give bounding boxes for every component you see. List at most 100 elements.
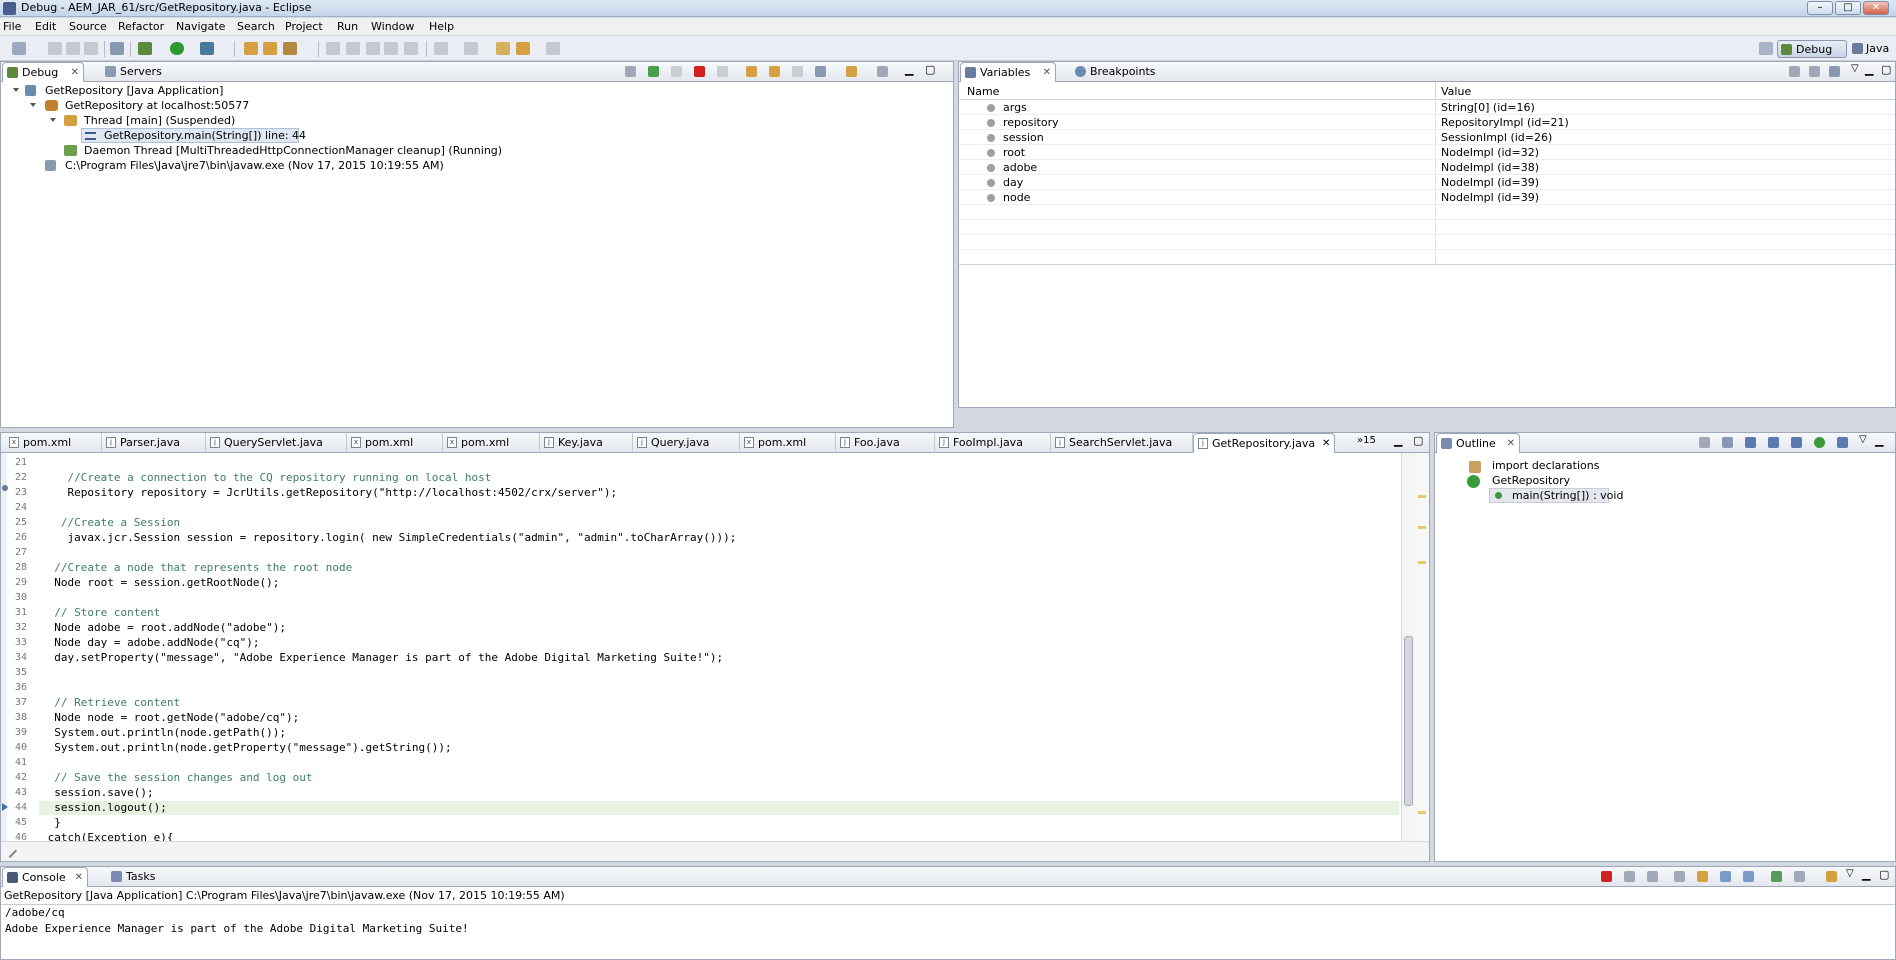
menu-file[interactable]: File (3, 20, 21, 33)
tab-outline[interactable]: Outline ✕ (1436, 433, 1520, 453)
minimize-button[interactable]: – (1807, 1, 1833, 15)
next-annotation-icon[interactable] (434, 42, 448, 55)
code-editor[interactable]: 21 22 //Create a connection to the CQ re… (1, 457, 1399, 841)
open-console-icon[interactable] (1826, 871, 1837, 882)
hide-static-icon[interactable] (1791, 437, 1802, 448)
save-all-icon[interactable] (66, 42, 80, 55)
minimize-view-icon[interactable]: ▁ (905, 63, 913, 76)
outline-item-method[interactable]: main(String[]) : void (1512, 488, 1623, 503)
external-tools-icon[interactable] (200, 42, 214, 55)
menu-refactor[interactable]: Refactor (118, 20, 164, 33)
show-type-names-icon[interactable] (1789, 66, 1800, 77)
editor-tab[interactable]: j SearchServlet.java (1051, 433, 1193, 453)
link-with-editor-icon[interactable] (1699, 437, 1710, 448)
close-button[interactable]: ✕ (1863, 1, 1889, 15)
tree-item-app[interactable]: GetRepository [Java Application] (45, 83, 223, 98)
close-icon[interactable]: ✕ (1322, 434, 1330, 453)
tree-item-thread-main[interactable]: Thread [main] (Suspended) (84, 113, 235, 128)
debug-perspective-button[interactable]: Debug (1777, 40, 1847, 58)
minimize-view-icon[interactable]: ▁ (1394, 434, 1402, 447)
last-edit-location-icon[interactable] (496, 42, 510, 55)
new-java-project-icon[interactable] (244, 42, 258, 55)
menu-window[interactable]: Window (371, 20, 414, 33)
new-icon[interactable] (12, 42, 26, 55)
editor-tab[interactable]: j QueryServlet.java (206, 433, 347, 453)
scrollbar-thumb[interactable] (1404, 636, 1413, 806)
table-row[interactable]: root NodeImpl (id=32) (959, 145, 1895, 160)
terminate-icon[interactable] (694, 66, 705, 77)
menu-source[interactable]: Source (69, 20, 107, 33)
debug-icon[interactable] (138, 42, 152, 55)
maximize-view-icon[interactable]: ▢ (1881, 63, 1891, 76)
tab-overflow[interactable]: »15 (1357, 435, 1376, 446)
annotation-prev-icon[interactable] (346, 42, 360, 55)
annotation-next-icon[interactable] (326, 42, 340, 55)
expand-icon[interactable] (30, 103, 36, 107)
tree-item-stack-frame[interactable]: GetRepository.main(String[]) line: 44 (104, 128, 306, 143)
display-selected-console-icon[interactable] (1794, 871, 1805, 882)
use-step-filters-icon[interactable] (846, 66, 857, 77)
tree-item-target[interactable]: GetRepository at localhost:50577 (65, 98, 249, 113)
block-selection-icon[interactable] (404, 42, 418, 55)
expand-icon[interactable] (50, 118, 56, 122)
scroll-lock-icon[interactable] (1697, 871, 1708, 882)
show-on-stderr-icon[interactable] (1743, 871, 1754, 882)
show-logical-structure-icon[interactable] (1809, 66, 1820, 77)
view-menu-icon[interactable]: ▽ (1859, 434, 1867, 445)
view-menu-icon[interactable]: ▽ (1846, 868, 1854, 879)
table-row[interactable]: session SessionImpl (id=26) (959, 130, 1895, 145)
minimize-view-icon[interactable]: ▁ (1875, 434, 1883, 447)
java-perspective-button[interactable]: Java (1851, 41, 1896, 57)
menu-project[interactable]: Project (285, 20, 323, 33)
menu-help[interactable]: Help (429, 20, 454, 33)
outline-item-imports[interactable]: import declarations (1492, 458, 1599, 473)
print-icon[interactable] (84, 42, 98, 55)
hide-local-types-icon[interactable] (1837, 437, 1848, 448)
clear-console-icon[interactable] (1674, 871, 1685, 882)
vertical-scrollbar[interactable] (1401, 453, 1415, 841)
table-row[interactable]: repository RepositoryImpl (id=21) (959, 115, 1895, 130)
editor-tab[interactable]: j Key.java (540, 433, 633, 453)
step-into-icon[interactable] (746, 66, 757, 77)
terminate-icon[interactable] (1601, 871, 1612, 882)
view-menu-icon[interactable]: ▽ (1851, 63, 1859, 74)
search-icon[interactable] (283, 42, 297, 55)
hide-fields-icon[interactable] (1768, 437, 1779, 448)
editor-tab[interactable]: x pom.xml (740, 433, 836, 453)
drop-to-frame-icon[interactable] (815, 66, 826, 77)
tab-debug[interactable]: Debug ✕ (2, 62, 84, 82)
hide-non-public-icon[interactable] (1814, 437, 1825, 448)
tab-console[interactable]: Console ✕ (2, 867, 88, 887)
pin-console-icon[interactable] (1771, 871, 1782, 882)
show-whitespace-icon[interactable] (384, 42, 398, 55)
tree-item-daemon-thread[interactable]: Daemon Thread [MultiThreadedHttpConnecti… (84, 143, 502, 158)
editor-tab[interactable]: x pom.xml (443, 433, 540, 453)
close-icon[interactable]: ✕ (71, 63, 79, 82)
table-row[interactable]: node NodeImpl (id=39) (959, 190, 1895, 205)
skip-breakpoints-icon[interactable] (110, 42, 124, 55)
close-icon[interactable]: ✕ (1507, 434, 1515, 453)
editor-tab-active[interactable]: j GetRepository.java ✕ (1193, 433, 1335, 453)
horizontal-scrollbar[interactable] (1, 841, 1429, 861)
editor-tab[interactable]: x pom.xml (347, 433, 443, 453)
outline-item-class[interactable]: GetRepository (1492, 473, 1570, 488)
remove-terminated-icon[interactable] (625, 66, 636, 77)
tree-item-process[interactable]: C:\Program Files\Java\jre7\bin\javaw.exe… (65, 158, 444, 173)
collapse-all-icon[interactable] (1829, 66, 1840, 77)
open-type-icon[interactable] (263, 42, 277, 55)
back-icon[interactable] (516, 42, 530, 55)
suspend-icon[interactable] (671, 66, 682, 77)
editor-tab[interactable]: j Query.java (633, 433, 740, 453)
editor-tab[interactable]: j FooImpl.java (935, 433, 1051, 453)
tab-variables[interactable]: Variables ✕ (960, 62, 1056, 82)
disconnect-icon[interactable] (717, 66, 728, 77)
forward-icon[interactable] (546, 42, 560, 55)
tab-servers[interactable]: Servers (101, 62, 171, 82)
table-row[interactable]: args String[0] (id=16) (959, 100, 1895, 115)
menu-run[interactable]: Run (337, 20, 358, 33)
tab-tasks[interactable]: Tasks (107, 867, 167, 887)
minimize-view-icon[interactable]: ▁ (1865, 63, 1873, 76)
column-name-header[interactable]: Name (967, 85, 999, 98)
run-icon[interactable] (170, 42, 184, 55)
save-icon[interactable] (48, 42, 62, 55)
